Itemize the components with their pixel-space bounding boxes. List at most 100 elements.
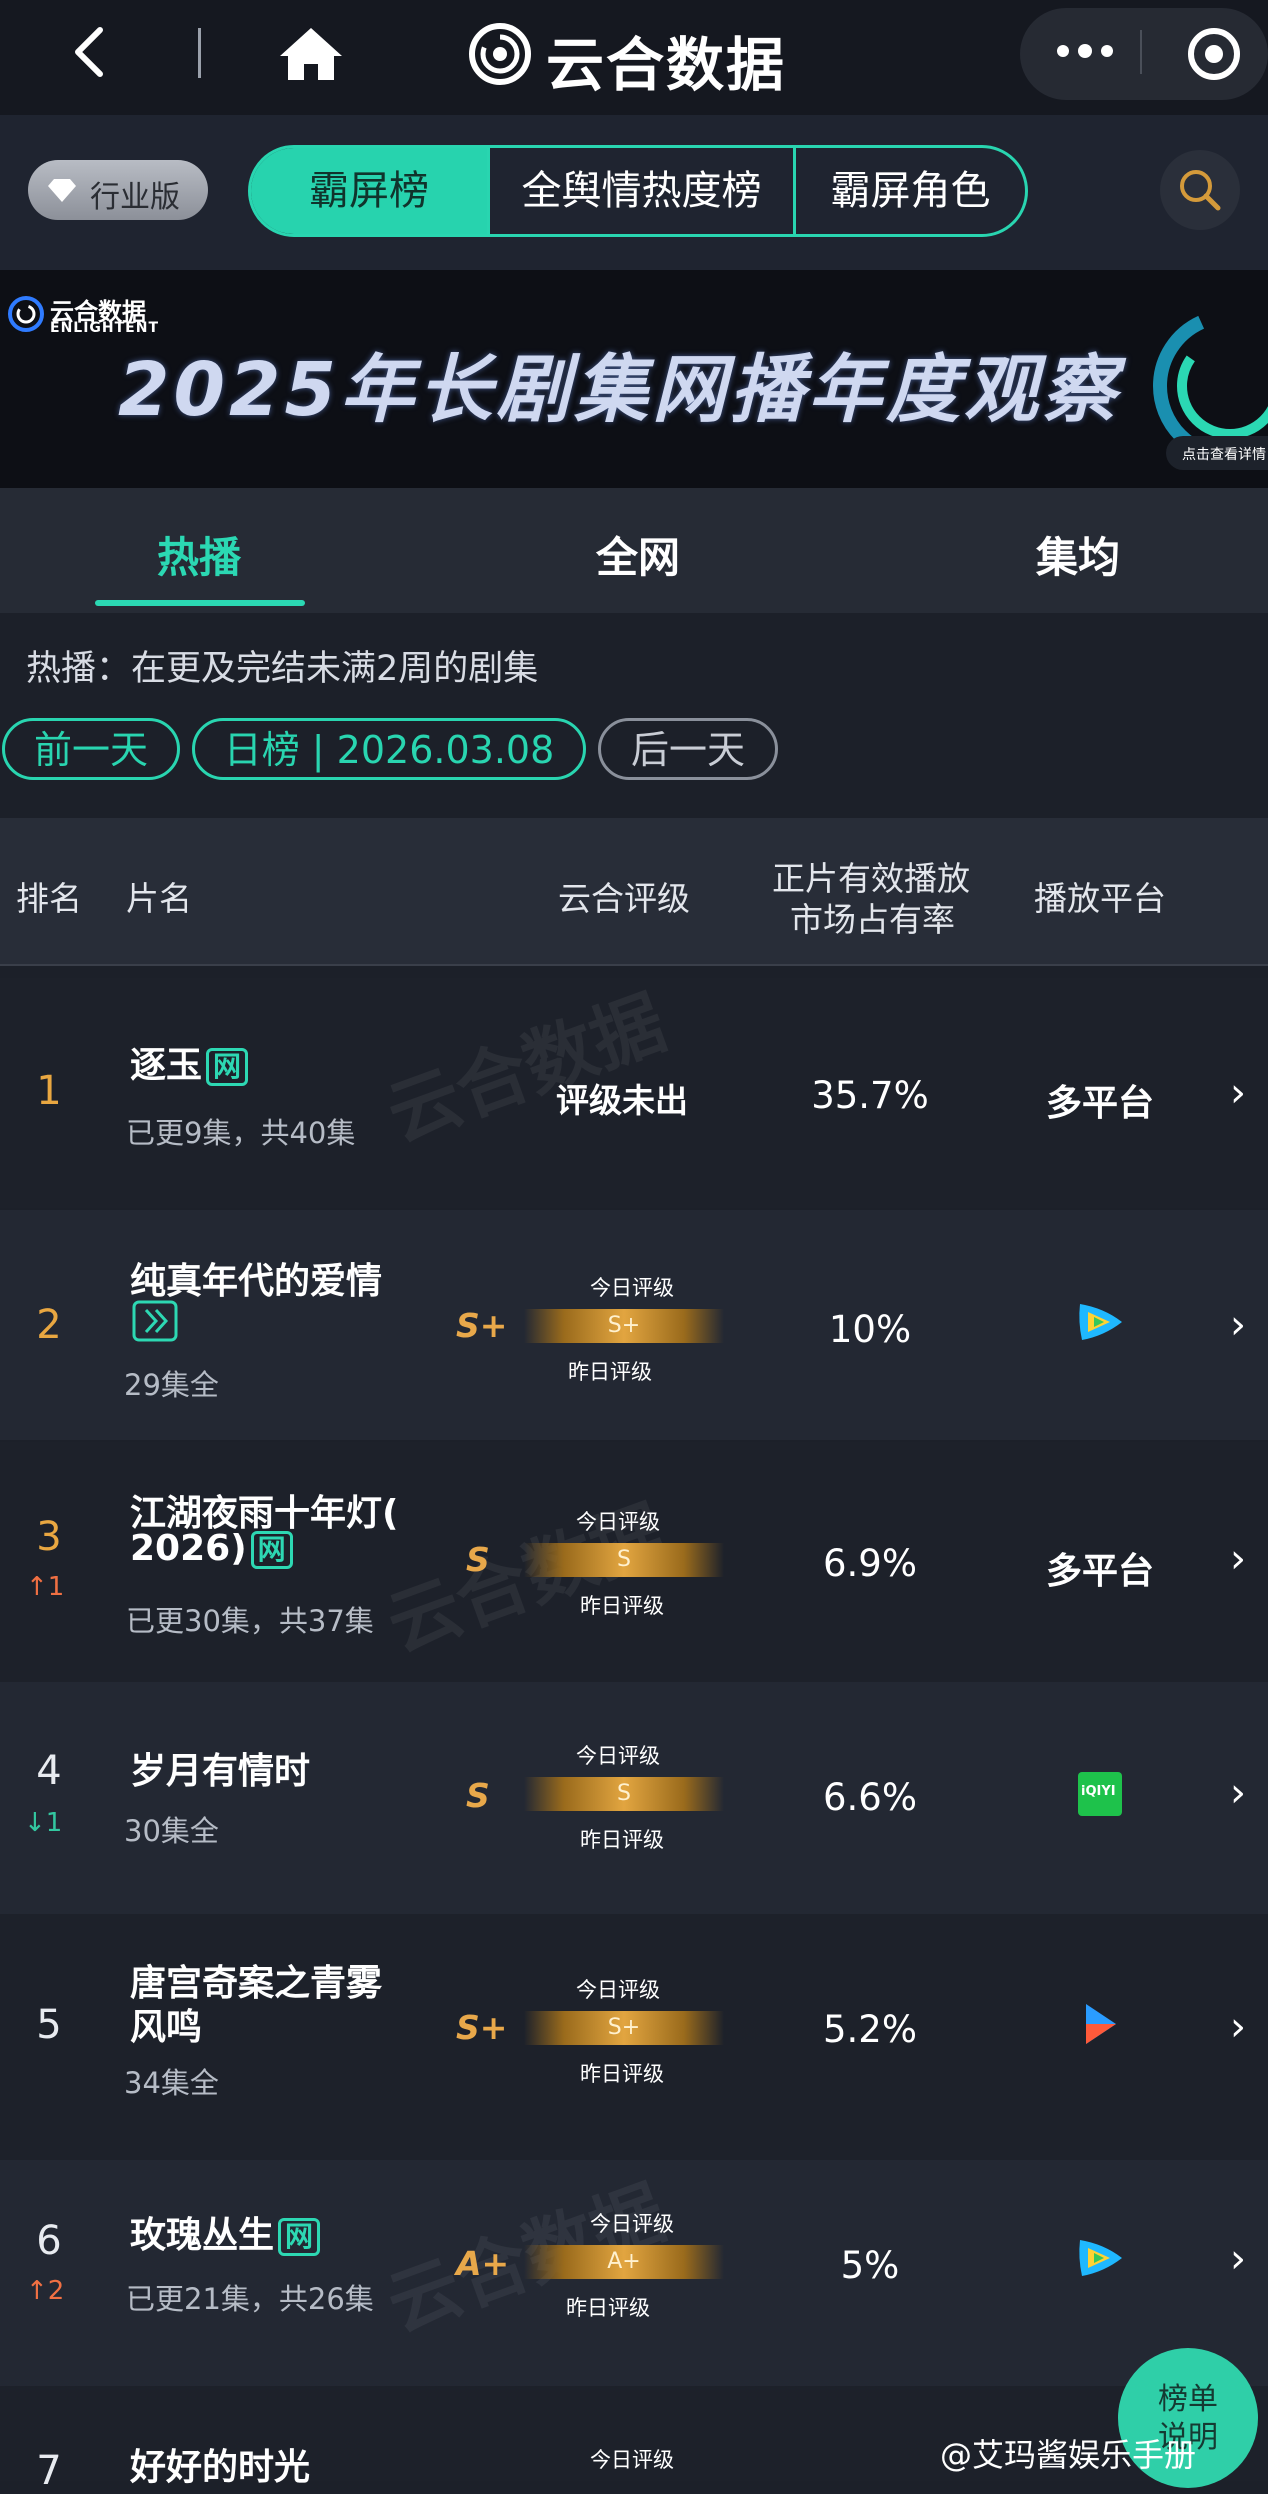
episode-status: 已更30集，共37集 [126, 1604, 374, 1638]
drama-title-line2: 风鸣 [130, 2007, 203, 2048]
grade-today-side: S+ [456, 2008, 508, 2047]
today-rating-label: 今日评级 [576, 1744, 660, 1768]
yunhe-logo-icon [469, 23, 531, 85]
col-title: 片名 [126, 879, 192, 918]
rank-number: 6 [36, 2218, 62, 2264]
today-rating-label: 今日评级 [590, 1276, 674, 1300]
ranking-description: 热播：在更及完结未满2周的剧集 [26, 649, 539, 689]
rank-number: 5 [36, 2002, 62, 2048]
market-share: 10% [828, 1308, 912, 1351]
episode-status: 30集全 [124, 1814, 219, 1848]
arrow-down-icon: ↓ [24, 1808, 46, 1838]
rank-change: ↑2 [26, 2276, 65, 2306]
rank-number: 7 [36, 2448, 62, 2494]
market-share: 6.6% [823, 1776, 917, 1819]
segment-role[interactable]: 霸屏角色 [796, 148, 1025, 234]
more-icon[interactable] [1050, 34, 1120, 68]
grade-bar-text: S+ [607, 1313, 641, 1338]
platform-text: 多平台 [1045, 1083, 1154, 1124]
tab-per-episode[interactable]: 集均 [1036, 524, 1120, 585]
chevron-right-icon[interactable]: › [1230, 1070, 1246, 1116]
nav-divider [198, 28, 201, 78]
network-badge: 网 [206, 1048, 249, 1086]
app-title: 云合数据 [546, 31, 787, 99]
diamond-icon [48, 179, 76, 202]
banner-detail-label: 点击查看详情 [1182, 447, 1266, 463]
col-rank: 排名 [16, 879, 82, 918]
rank-number: 4 [36, 1748, 62, 1794]
grade-today-side: S [466, 1776, 490, 1815]
yesterday-rating-label: 昨日评级 [580, 2062, 664, 2086]
drama-title-line2: 2026) 网 [130, 1528, 293, 1569]
iqiyi-icon: iQIYI [1078, 1772, 1122, 1816]
drama-title: 逐玉网 [130, 1036, 249, 1088]
segment-full-sentiment[interactable]: 全舆情热度榜 [490, 148, 793, 234]
yesterday-rating-label: 昨日评级 [580, 1594, 664, 1618]
search-icon [1180, 170, 1221, 211]
rating-pending: 评级未出 [556, 1081, 688, 1120]
segment-bapingbang[interactable]: 霸屏榜 [251, 148, 487, 234]
vip-badge-icon [132, 1300, 178, 1342]
market-share: 35.7% [811, 1074, 929, 1117]
chevron-right-icon[interactable]: › [1230, 2004, 1246, 2050]
rank-change: ↓1 [24, 1808, 63, 1838]
grade-today-side: S [466, 1540, 490, 1579]
tab-all-network[interactable]: 全网 [596, 524, 680, 585]
today-rating-label: 今日评级 [576, 1510, 660, 1534]
grade-bar-text: S+ [607, 2015, 641, 2040]
banner-detail-button[interactable]: 点击查看详情 [1166, 436, 1268, 470]
network-badge: 网 [278, 2218, 321, 2256]
active-tab-indicator [95, 600, 305, 606]
today-rating-label: 今日评级 [590, 2212, 674, 2236]
search-button[interactable] [1160, 150, 1240, 230]
episode-status: 34集全 [124, 2066, 219, 2100]
tab-hot[interactable]: 热播 [157, 524, 241, 585]
today-rating-label: 今日评级 [590, 2448, 674, 2472]
yesterday-rating-label: 昨日评级 [568, 1360, 652, 1384]
grade-bar-text: A+ [607, 2249, 641, 2274]
grade-bar-text: S [617, 1781, 631, 1806]
tencent-video-icon [1079, 2240, 1122, 2276]
drama-title: 好好的时光 [130, 2447, 311, 2488]
back-arrow-icon[interactable] [62, 22, 122, 82]
close-miniapp-icon[interactable] [1184, 24, 1244, 84]
next-day-button[interactable]: 后一天 [598, 718, 778, 780]
banner-title: 2025年长剧集网播年度观察 [118, 347, 1120, 433]
youku-icon [1086, 2004, 1116, 2044]
tencent-video-icon [1079, 1304, 1122, 1340]
grade-bar-text: S [617, 1547, 631, 1572]
today-rating-label: 今日评级 [576, 1978, 660, 2002]
yesterday-rating-label: 昨日评级 [580, 1828, 664, 1852]
platform-text: 多平台 [1045, 1551, 1154, 1592]
prev-day-button[interactable]: 前一天 [2, 718, 180, 780]
current-date-button[interactable]: 日榜 | 2026.03.08 [192, 718, 586, 780]
market-share: 5.2% [823, 2008, 917, 2051]
chevron-right-icon[interactable]: › [1230, 1770, 1246, 1816]
grade-today-side: A+ [456, 2244, 510, 2283]
grade-today-side: S+ [456, 1306, 508, 1345]
rank-number: 1 [36, 1068, 62, 1114]
episode-status: 29集全 [124, 1368, 219, 1402]
home-icon[interactable] [276, 24, 346, 84]
chevron-right-icon[interactable]: › [1230, 1536, 1246, 1582]
col-share-line2: 市场占有率 [790, 900, 955, 939]
chevron-right-icon[interactable]: › [1230, 1302, 1246, 1348]
industry-edition-label: 行业版 [90, 180, 180, 215]
network-badge: 网 [250, 1531, 293, 1569]
episode-status: 已更21集，共26集 [126, 2282, 374, 2316]
col-rating: 云合评级 [558, 879, 690, 918]
capsule-divider [1140, 30, 1142, 74]
banner-logo-icon [8, 296, 44, 332]
iqiyi-icon-text: iQIYI [1081, 1784, 1116, 1799]
drama-title: 玫瑰丛生网 [130, 2206, 321, 2258]
col-platform: 播放平台 [1034, 879, 1166, 918]
episode-status: 已更9集，共40集 [126, 1116, 356, 1150]
chevron-right-icon[interactable]: › [1230, 2236, 1246, 2282]
ranking-segment-control: 霸屏榜 全舆情热度榜 霸屏角色 [248, 145, 1028, 237]
industry-edition-button[interactable]: 行业版 [28, 160, 208, 220]
rank-change: ↑1 [26, 1572, 65, 1602]
drama-title: 岁月有情时 [130, 1751, 311, 1792]
market-share: 6.9% [823, 1542, 917, 1585]
drama-title: 纯真年代的爱情 [130, 1261, 383, 1302]
rank-number: 2 [36, 1302, 62, 1348]
